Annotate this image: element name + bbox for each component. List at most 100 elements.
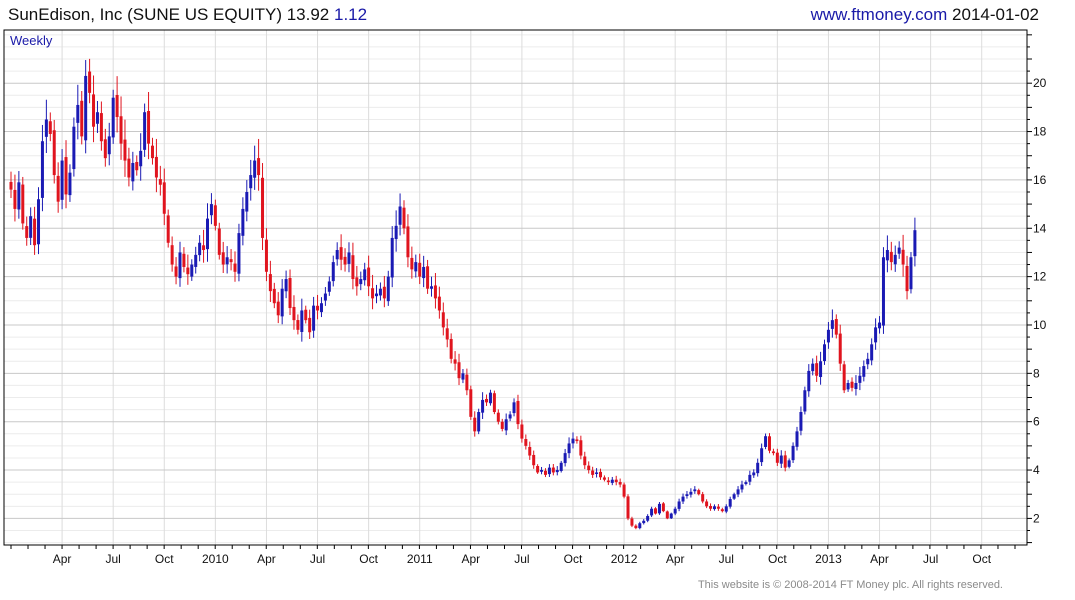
ohlc-bar — [264, 228, 268, 282]
ohlc-bar — [862, 360, 866, 382]
bar-body — [371, 288, 375, 299]
bar-body — [795, 431, 799, 447]
bar-body — [465, 374, 469, 391]
ohlc-bar — [56, 162, 60, 213]
bar-body — [634, 525, 638, 529]
ohlc-bar — [709, 503, 713, 511]
ohlc-bar — [547, 464, 551, 477]
bar-body — [241, 208, 245, 236]
ohlc-bar — [363, 262, 367, 286]
bar-body — [657, 503, 661, 514]
bar-body — [206, 218, 209, 250]
y-tick-label: 8 — [1033, 366, 1040, 380]
bar-body — [732, 494, 736, 499]
ohlc-bar — [402, 200, 406, 235]
ohlc-bar — [771, 448, 775, 456]
bar-body — [866, 358, 870, 365]
bar-body — [304, 309, 308, 321]
bar-body — [787, 460, 791, 467]
ohlc-bar — [147, 92, 151, 160]
bar-body — [37, 199, 41, 245]
ohlc-bar — [555, 466, 559, 476]
bar-body — [359, 279, 363, 285]
ohlc-bar — [669, 512, 673, 519]
bar-body — [492, 393, 496, 413]
bar-body — [402, 207, 406, 229]
bar-body — [437, 296, 441, 311]
ohlc-bar — [614, 475, 618, 486]
ohlc-bar — [532, 450, 536, 469]
ohlc-bar — [335, 242, 339, 266]
ohlc-bar — [261, 163, 265, 251]
ohlc-bar — [638, 521, 642, 530]
bar-body — [25, 226, 29, 238]
ohlc-bar — [488, 389, 492, 406]
ohlc-bar — [367, 255, 371, 297]
bar-body — [261, 177, 265, 238]
bar-body — [80, 100, 84, 137]
ohlc-bar — [80, 91, 84, 145]
ohlc-bar — [319, 297, 323, 318]
bar-body — [771, 451, 775, 454]
x-tick-label: 2010 — [202, 552, 229, 566]
ohlc-bar — [107, 122, 111, 166]
bar-body — [319, 303, 323, 313]
y-tick-label: 6 — [1033, 415, 1040, 429]
bar-body — [453, 359, 457, 364]
price-bars — [9, 58, 917, 530]
bar-body — [744, 482, 748, 485]
ohlc-bar — [473, 411, 477, 437]
bar-body — [673, 508, 677, 514]
bar-body — [390, 237, 394, 278]
bar-body — [870, 344, 874, 361]
bar-body — [728, 499, 732, 507]
bar-body — [508, 414, 512, 419]
x-tick-label: Jul — [719, 552, 734, 566]
ohlc-bar — [583, 451, 587, 470]
bar-body — [823, 344, 827, 362]
ohlc-bar — [174, 257, 178, 285]
bar-body — [449, 338, 453, 359]
ohlc-bar — [410, 246, 414, 279]
ohlc-bar — [842, 360, 846, 394]
bar-body — [606, 480, 610, 483]
bar-body — [854, 383, 858, 390]
ohlc-bar — [536, 464, 540, 474]
ohlc-bar — [29, 207, 33, 246]
bar-body — [819, 361, 823, 378]
bar-body — [300, 310, 304, 332]
bar-body — [217, 228, 221, 255]
ohlc-bar — [186, 254, 190, 285]
bar-body — [885, 250, 889, 261]
ohlc-bar — [504, 413, 508, 436]
bar-body — [488, 392, 492, 404]
bar-body — [422, 266, 426, 279]
x-tick-label: Jul — [923, 552, 938, 566]
ohlc-bar — [40, 124, 44, 212]
bar-body — [595, 472, 599, 474]
ohlc-bar — [610, 476, 614, 486]
bar-body — [445, 328, 449, 340]
bar-body — [618, 481, 622, 485]
ohlc-bar — [170, 236, 174, 272]
bar-body — [111, 97, 115, 138]
ohlc-bar — [461, 368, 465, 384]
bar-body — [382, 286, 386, 299]
ohlc-bar — [634, 524, 638, 530]
bar-body — [29, 216, 33, 238]
bar-body — [147, 110, 151, 144]
bar-body — [803, 390, 807, 412]
bar-body — [614, 479, 618, 483]
ohlc-bar — [481, 392, 485, 419]
ohlc-bar — [68, 164, 72, 202]
ohlc-bar — [807, 364, 811, 397]
ohlc-bar — [312, 296, 316, 338]
bar-body — [536, 466, 540, 473]
ohlc-bar — [587, 461, 591, 474]
ohlc-bar — [327, 276, 331, 296]
ohlc-bar — [606, 477, 610, 485]
bar-body — [504, 419, 508, 431]
ohlc-bar — [528, 441, 532, 460]
bar-body — [516, 400, 520, 425]
bar-body — [327, 281, 331, 292]
